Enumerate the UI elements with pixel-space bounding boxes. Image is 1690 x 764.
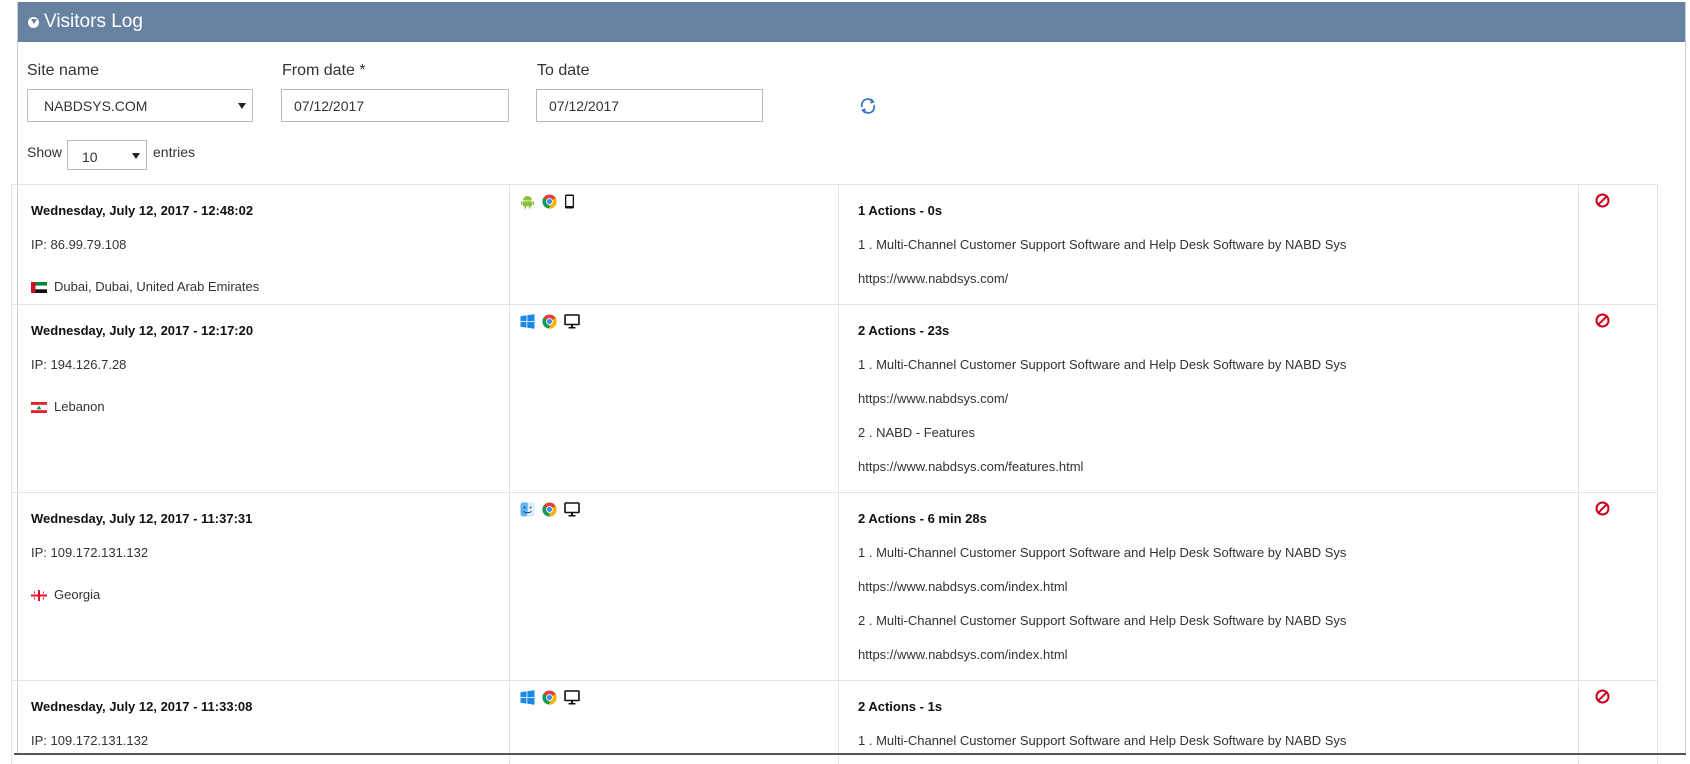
action-page-url[interactable]: https://www.nabdsys.com/features.html — [858, 458, 1578, 492]
windows-icon — [520, 314, 535, 329]
actions-summary: 1 Actions - 0s — [858, 203, 943, 218]
visit-location: Dubai, Dubai, United Arab Emirates — [54, 279, 260, 294]
entries-label: entries — [153, 144, 196, 160]
desktop-icon — [564, 690, 580, 705]
visitors-table: Wednesday, July 12, 2017 - 12:48:02 IP: … — [11, 184, 1658, 764]
block-icon[interactable] — [1595, 313, 1610, 328]
action-page-url[interactable]: https://www.nabdsys.com/ — [858, 390, 1578, 424]
block-icon[interactable] — [1595, 689, 1610, 704]
table-row: Wednesday, July 12, 2017 - 12:48:02 IP: … — [11, 184, 1658, 305]
uae-flag-icon — [31, 281, 47, 293]
table-row: Wednesday, July 12, 2017 - 11:33:08 IP: … — [11, 680, 1658, 764]
actions-summary: 2 Actions - 1s — [858, 699, 943, 714]
actions-summary: 2 Actions - 6 min 28s — [858, 511, 987, 526]
visit-tech-cell — [509, 184, 839, 305]
visit-block-cell — [1578, 184, 1658, 305]
entries-select[interactable]: 10 — [67, 140, 147, 170]
caret-down-icon — [132, 153, 140, 159]
action-page-title: 1 . Multi-Channel Customer Support Softw… — [858, 237, 1347, 252]
visit-info-cell: Wednesday, July 12, 2017 - 12:48:02 IP: … — [11, 184, 510, 305]
to-date-value: 07/12/2017 — [549, 98, 620, 114]
entries-length-control: Show 10 entries — [18, 132, 1685, 180]
visit-block-cell — [1578, 680, 1658, 764]
visit-block-cell — [1578, 492, 1658, 681]
action-page-title: 1 . Multi-Channel Customer Support Softw… — [858, 545, 1347, 560]
site-name-label: Site name — [27, 62, 100, 79]
visit-block-cell — [1578, 304, 1658, 493]
chrome-icon — [542, 502, 557, 517]
table-row: Wednesday, July 12, 2017 - 12:17:20 IP: … — [11, 304, 1658, 493]
visit-info-cell: Wednesday, July 12, 2017 - 11:33:08 IP: … — [11, 680, 510, 764]
site-name-select[interactable]: NABDSYS.COM — [27, 89, 253, 122]
entries-value: 10 — [82, 149, 98, 165]
lebanon-flag-icon — [31, 401, 47, 413]
visit-tech-cell — [509, 304, 839, 493]
windows-icon — [520, 690, 535, 705]
visit-ip: IP: 194.126.7.28 — [31, 357, 127, 372]
visit-actions-cell: 2 Actions - 6 min 28s 1 . Multi-Channel … — [838, 492, 1579, 681]
filters-bar: Site name NABDSYS.COM From date * 07/12/… — [18, 42, 1685, 132]
android-icon — [521, 196, 534, 209]
from-date-value: 07/12/2017 — [294, 98, 365, 114]
visit-ip: IP: 109.172.131.132 — [31, 545, 149, 560]
visit-info-cell: Wednesday, July 12, 2017 - 11:37:31 IP: … — [11, 492, 510, 681]
visit-actions-cell: 2 Actions - 1s 1 . Multi-Channel Custome… — [838, 680, 1579, 764]
visit-tech-cell — [509, 680, 839, 764]
visit-tech-cell — [509, 492, 839, 681]
visit-datetime: Wednesday, July 12, 2017 - 11:33:08 — [31, 699, 253, 714]
georgia-flag-icon — [31, 589, 47, 601]
to-date-input[interactable]: 07/12/2017 — [536, 89, 763, 122]
action-page-title: 1 . Multi-Channel Customer Support Softw… — [858, 357, 1347, 372]
caret-down-icon — [238, 103, 246, 109]
action-page-title: 1 . Multi-Channel Customer Support Softw… — [858, 733, 1347, 748]
show-label: Show — [27, 144, 63, 160]
to-date-label: To date — [537, 62, 590, 79]
desktop-icon — [564, 314, 580, 329]
action-page-url[interactable]: https://www.nabdsys.com/ — [858, 270, 1578, 304]
action-page-title: 2 . Multi-Channel Customer Support Softw… — [858, 613, 1347, 628]
page-title: Visitors Log — [44, 11, 143, 32]
block-icon[interactable] — [1595, 501, 1610, 516]
chevron-down-circle-icon[interactable] — [28, 16, 39, 28]
from-date-input[interactable]: 07/12/2017 — [281, 89, 509, 122]
visit-ip: IP: 109.172.131.132 — [31, 733, 149, 748]
visit-datetime: Wednesday, July 12, 2017 - 11:37:31 — [31, 511, 253, 526]
visit-info-cell: Wednesday, July 12, 2017 - 12:17:20 IP: … — [11, 304, 510, 493]
mobile-icon — [565, 194, 574, 209]
visit-actions-cell: 2 Actions - 23s 1 . Multi-Channel Custom… — [838, 304, 1579, 493]
desktop-icon — [564, 502, 580, 517]
action-page-url[interactable]: https://www.nabdsys.com/index.html — [858, 578, 1578, 612]
visit-ip: IP: 86.99.79.108 — [31, 237, 127, 252]
chrome-icon — [542, 314, 557, 329]
actions-summary: 2 Actions - 23s — [858, 323, 950, 338]
block-icon[interactable] — [1595, 193, 1610, 208]
refresh-icon[interactable] — [858, 96, 878, 116]
table-row: Wednesday, July 12, 2017 - 11:37:31 IP: … — [11, 492, 1658, 681]
from-date-label: From date * — [282, 62, 366, 79]
visit-datetime: Wednesday, July 12, 2017 - 12:17:20 — [31, 323, 254, 338]
bottom-divider — [14, 753, 1686, 755]
panel-header: Visitors Log — [18, 2, 1685, 42]
visit-location: Georgia — [54, 587, 101, 602]
action-page-url[interactable]: https://www.nabdsys.com/index.html — [858, 646, 1578, 680]
action-page-title: 2 . NABD - Features — [858, 425, 976, 440]
chrome-icon — [542, 194, 557, 209]
chrome-icon — [542, 690, 557, 705]
mac-finder-icon — [520, 502, 535, 517]
visit-actions-cell: 1 Actions - 0s 1 . Multi-Channel Custome… — [838, 184, 1579, 305]
visit-datetime: Wednesday, July 12, 2017 - 12:48:02 — [31, 203, 254, 218]
visit-location: Lebanon — [54, 399, 105, 414]
site-name-value: NABDSYS.COM — [44, 98, 148, 114]
